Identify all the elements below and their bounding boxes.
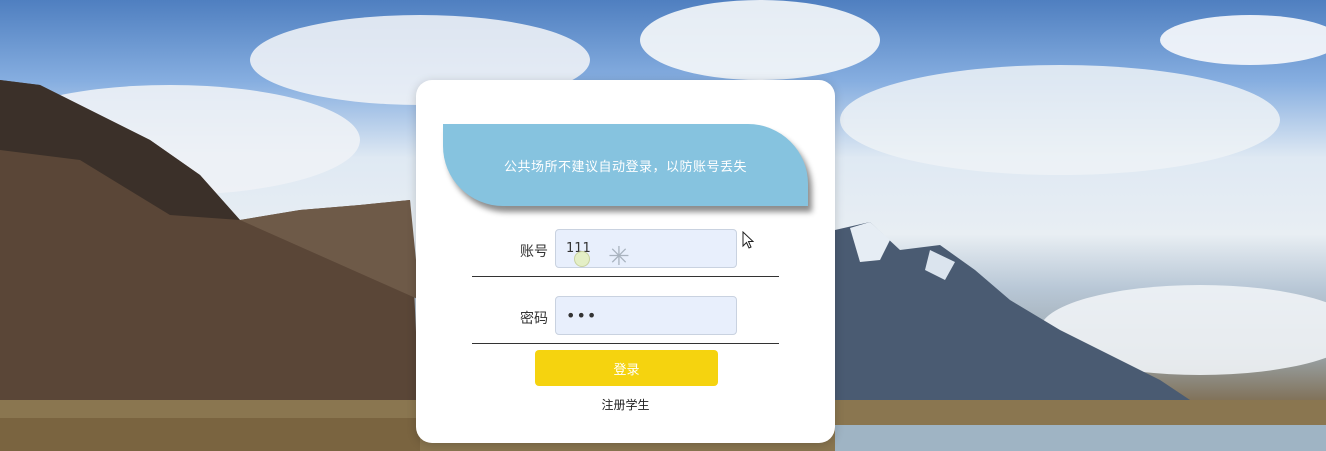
username-label: 账号 xyxy=(520,244,548,260)
username-row: 账号 xyxy=(472,228,779,277)
password-row: 密码 xyxy=(472,295,779,344)
login-button[interactable]: 登录 xyxy=(535,350,718,386)
register-student-link[interactable]: 注册学生 xyxy=(416,396,835,413)
password-label: 密码 xyxy=(520,311,548,327)
login-page-background: 公共场所不建议自动登录，以防账号丢失 账号 密码 登录 注册学生 ✳ xyxy=(0,0,1326,451)
auto-login-warning-banner: 公共场所不建议自动登录，以防账号丢失 xyxy=(443,124,808,206)
warning-text: 公共场所不建议自动登录，以防账号丢失 xyxy=(503,159,747,175)
login-card: 公共场所不建议自动登录，以防账号丢失 账号 密码 登录 注册学生 xyxy=(416,80,835,443)
password-input[interactable] xyxy=(555,296,737,335)
username-input[interactable] xyxy=(555,229,737,268)
